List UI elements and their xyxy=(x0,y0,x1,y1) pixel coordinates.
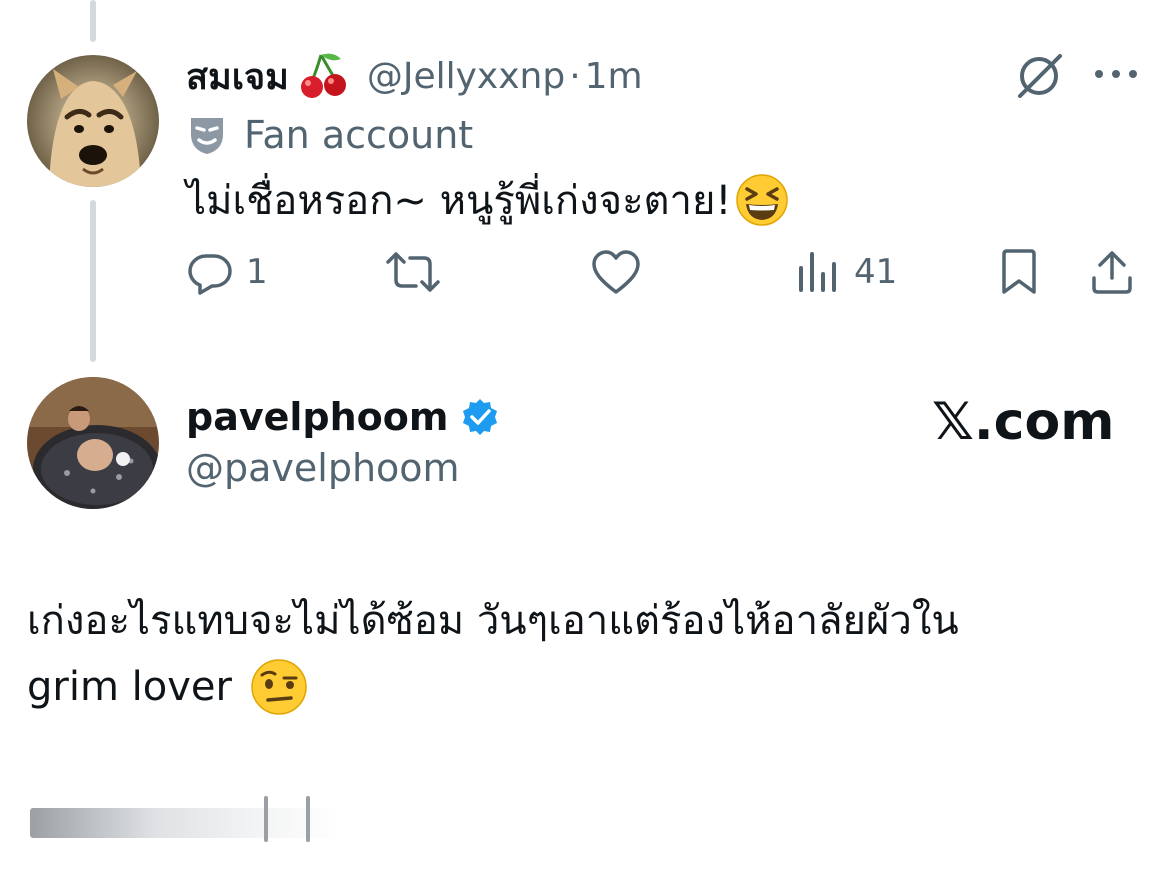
blurred-fragment xyxy=(30,808,340,838)
reply-separator: · xyxy=(569,55,581,97)
fan-account-label: Fan account xyxy=(244,113,474,157)
raised-eyebrow-emoji xyxy=(250,658,308,716)
retweet-icon xyxy=(384,248,442,296)
site-label: 𝕏.com xyxy=(932,392,1115,452)
reply-avatar[interactable] xyxy=(27,55,159,187)
reply-text-row: ไม่เชื่อหรอก~ หนูรู้พี่เก่งจะตาย! xyxy=(186,170,789,230)
original-avatar[interactable] xyxy=(27,377,159,509)
reply-header: สมเจม @Jellyxxnp · 1m xyxy=(186,52,643,100)
views-button[interactable]: 41 xyxy=(796,248,897,296)
bookmark-icon xyxy=(998,248,1040,296)
original-name-row: pavelphoom xyxy=(186,392,500,442)
more-icon[interactable] xyxy=(1093,64,1139,84)
retweet-button[interactable] xyxy=(384,248,442,296)
grinning-squinting-emoji xyxy=(735,173,789,227)
fan-account-badge: Fan account xyxy=(188,112,473,158)
like-icon xyxy=(590,248,642,296)
reply-display-name[interactable]: สมเจม xyxy=(186,48,289,105)
bookmark-button[interactable] xyxy=(998,248,1040,296)
share-button[interactable] xyxy=(1088,248,1136,296)
reply-text: ไม่เชื่อหรอก~ หนูรู้พี่เก่งจะตาย! xyxy=(186,178,732,224)
original-text-line2-row: grim lover xyxy=(27,656,308,718)
blurred-tick-2 xyxy=(306,796,310,842)
views-count: 41 xyxy=(854,252,898,292)
verified-badge-icon xyxy=(460,397,500,437)
blurred-tick-1 xyxy=(264,796,268,842)
reply-count: 1 xyxy=(246,252,268,292)
cherries-icon xyxy=(297,49,351,103)
thread-line-bottom xyxy=(90,200,96,362)
mask-icon xyxy=(188,114,226,156)
original-text-line2: grim lover xyxy=(27,664,232,710)
reply-handle[interactable]: @Jellyxxnp xyxy=(367,56,565,97)
reply-icon xyxy=(186,248,234,296)
reply-time[interactable]: 1m xyxy=(585,56,643,97)
views-icon xyxy=(796,248,838,296)
original-text-line1: เก่งอะไรแทบจะไม่ได้ซ้อม วันๆเอาแต่ร้องไห… xyxy=(27,598,959,644)
thread-line-top xyxy=(90,0,96,42)
share-icon xyxy=(1088,248,1136,296)
like-button[interactable] xyxy=(590,248,642,296)
original-handle[interactable]: @pavelphoom xyxy=(186,446,460,490)
grok-icon[interactable] xyxy=(1014,50,1064,100)
original-display-name[interactable]: pavelphoom xyxy=(186,395,448,439)
reply-button[interactable]: 1 xyxy=(186,248,268,296)
